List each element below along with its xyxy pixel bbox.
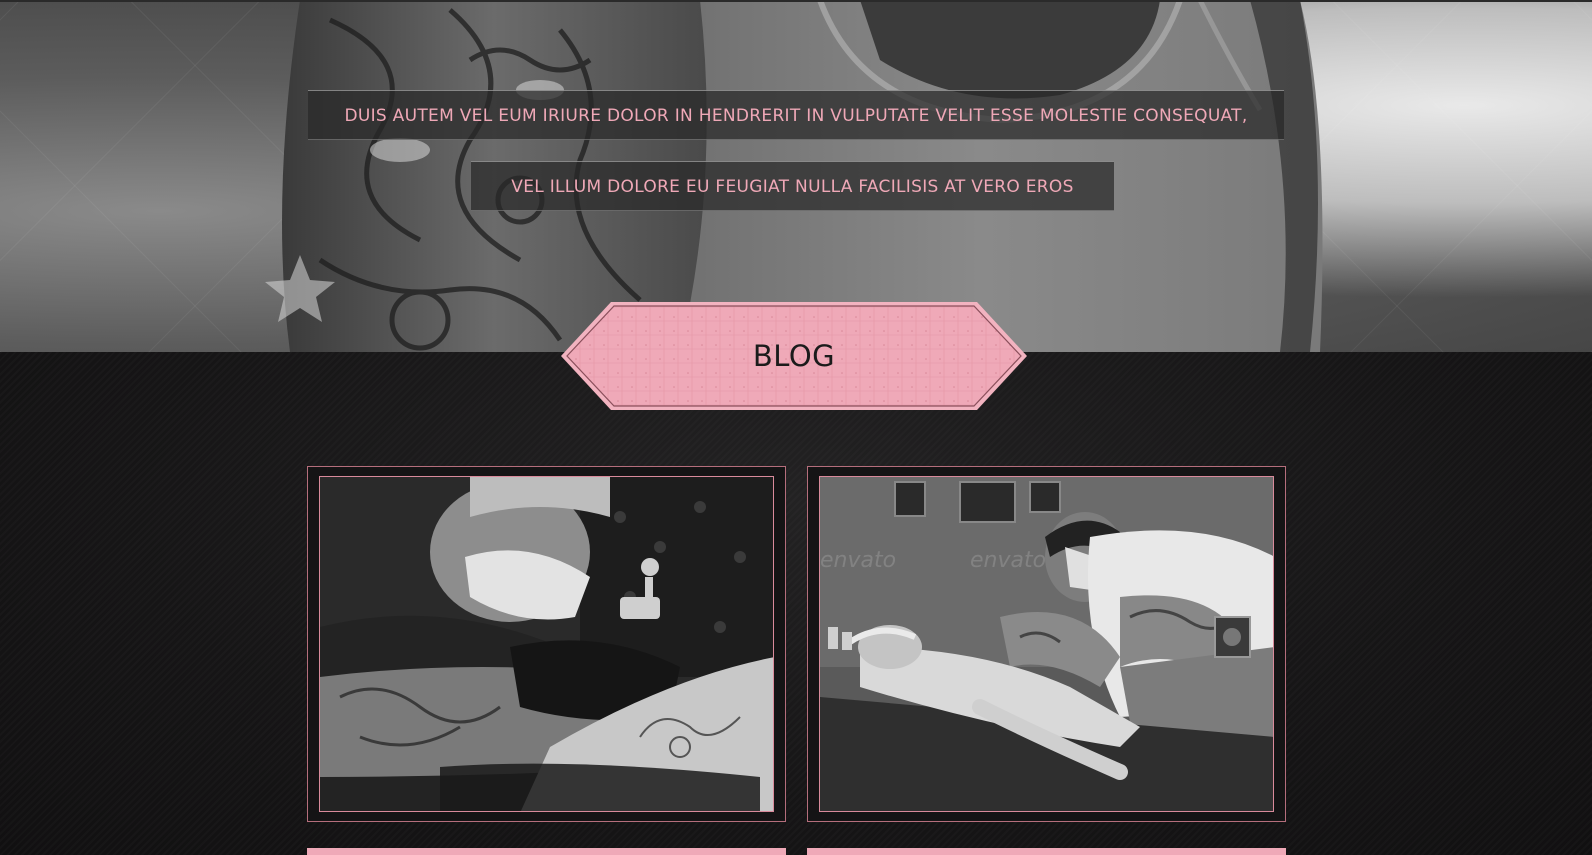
blog-heading-badge: BLOG: [559, 300, 1029, 412]
blog-section: [0, 352, 1592, 855]
watermark-text: envato: [820, 548, 896, 573]
blog-post-caption-bar: [807, 848, 1286, 855]
blog-post-image-frame[interactable]: [319, 476, 774, 812]
blog-title: BLOG: [752, 339, 836, 373]
tattoo-studio-client-photo[interactable]: envato envato envato envato envato: [820, 477, 1274, 812]
watermark-text: envato: [970, 548, 1046, 573]
hero-top-border: [0, 0, 1592, 2]
blog-post-card[interactable]: envato envato envato envato envato: [807, 466, 1286, 822]
tattoo-artist-at-work-photo[interactable]: [320, 477, 774, 812]
blog-post-card[interactable]: [307, 466, 786, 822]
hero-tagline-line-2: VEL ILLUM DOLORE EU FEUGIAT NULLA FACILI…: [471, 161, 1114, 211]
blog-post-image-frame[interactable]: envato envato envato envato envato: [819, 476, 1274, 812]
hero-tagline-line-1: DUIS AUTEM VEL EUM IRIURE DOLOR IN HENDR…: [308, 90, 1284, 140]
page: DUIS AUTEM VEL EUM IRIURE DOLOR IN HENDR…: [0, 0, 1592, 855]
blog-post-caption-bar: [307, 848, 786, 855]
